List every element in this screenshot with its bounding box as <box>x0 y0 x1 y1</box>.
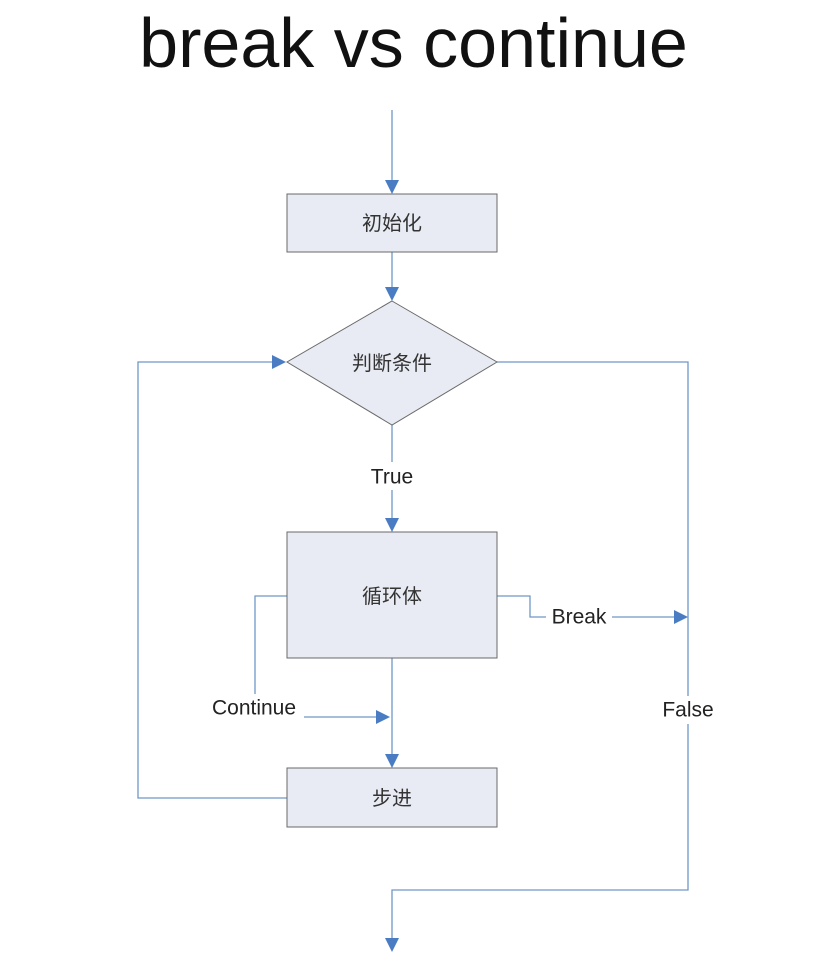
arrowhead-body <box>385 518 399 532</box>
false-label: False <box>662 699 713 722</box>
edge-step-back-to-condition <box>137 361 287 799</box>
body-label: 循环体 <box>362 584 422 608</box>
arrowhead-continue <box>376 710 390 724</box>
arrowhead-entry <box>385 180 399 194</box>
arrowhead-step <box>385 754 399 768</box>
arrowhead-loop-back <box>272 355 286 369</box>
true-label: True <box>371 466 413 489</box>
arrowhead-break <box>674 610 688 624</box>
slide: break vs continue 初始化 判断条件 循环体 步进 True B… <box>0 0 827 972</box>
condition-label: 判断条件 <box>352 351 432 375</box>
arrowhead-condition <box>385 287 399 301</box>
step-label: 步进 <box>372 786 412 810</box>
continue-label: Continue <box>212 697 296 720</box>
arrowhead-exit <box>385 938 399 952</box>
break-label: Break <box>552 606 607 629</box>
flowchart-diagram: 初始化 判断条件 循环体 步进 True Break Continue Fals… <box>137 110 721 952</box>
init-label: 初始化 <box>362 211 422 235</box>
